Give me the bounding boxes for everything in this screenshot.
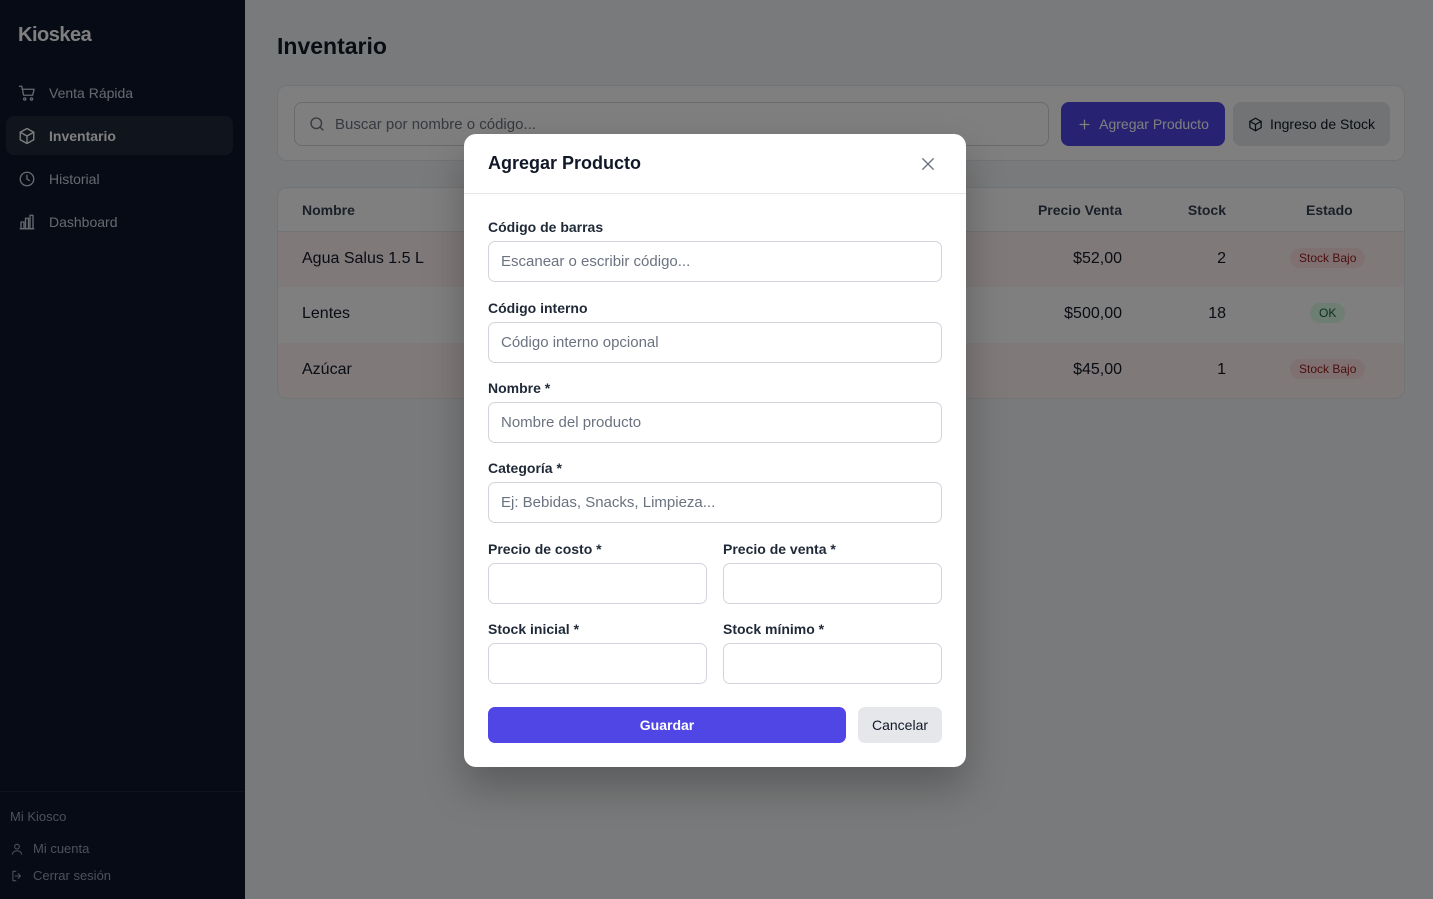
initial-stock-input[interactable] xyxy=(488,643,707,684)
category-label: Categoría * xyxy=(488,460,562,476)
barcode-label: Código de barras xyxy=(488,219,604,235)
name-label: Nombre * xyxy=(488,380,551,396)
modal-title: Agregar Producto xyxy=(488,153,642,173)
internal-code-label: Código interno xyxy=(488,300,588,316)
add-product-modal: Agregar Producto Código de barras Código… xyxy=(464,134,966,767)
barcode-input[interactable] xyxy=(488,241,942,282)
internal-code-input[interactable] xyxy=(488,322,942,363)
min-stock-label: Stock mínimo * xyxy=(723,621,825,637)
close-icon xyxy=(922,158,934,170)
modal-header: Agregar Producto xyxy=(464,134,966,194)
initial-stock-label: Stock inicial * xyxy=(488,621,580,637)
cost-price-label: Precio de costo * xyxy=(488,541,602,557)
min-stock-input[interactable] xyxy=(723,643,942,684)
close-button[interactable] xyxy=(919,155,937,173)
sale-price-label: Precio de venta * xyxy=(723,541,836,557)
name-input[interactable] xyxy=(488,402,942,443)
category-input[interactable] xyxy=(488,482,942,523)
sale-price-input[interactable] xyxy=(723,563,942,604)
cancel-button[interactable]: Cancelar xyxy=(858,707,942,743)
cost-price-input[interactable] xyxy=(488,563,707,604)
save-button[interactable]: Guardar xyxy=(488,707,846,743)
